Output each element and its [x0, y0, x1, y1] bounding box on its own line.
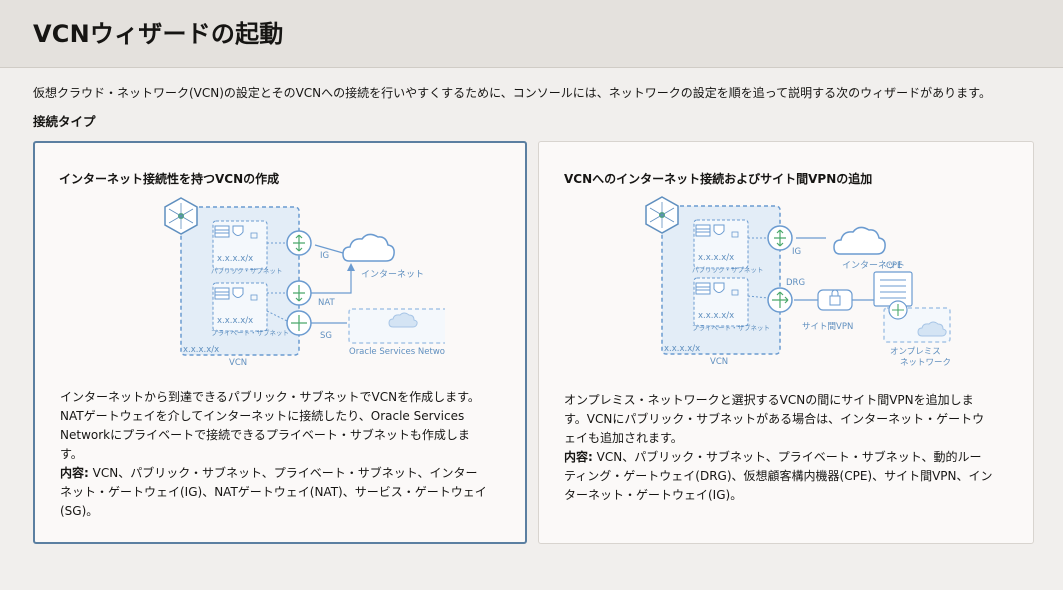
card-description: オンプレミス・ネットワークと選択するVCNの間にサイト間VPNを追加しま す。V…	[564, 391, 1010, 505]
desc-line: す。VCNにパブリック・サブネットがある場合は、インターネット・ゲートウ	[564, 412, 985, 426]
card-title: VCNへのインターネット接続およびサイト間VPNの追加	[564, 172, 873, 186]
osn-label: Oracle Services Network	[349, 347, 445, 357]
card-title: インターネット接続性を持つVCNの作成	[59, 172, 280, 186]
internet-gateway-icon	[767, 225, 793, 251]
desc-line: ェイも追加されます。	[564, 431, 683, 445]
desc-line: Networkにプライベートで接続できるプライベート・サブネットも作成しま	[60, 428, 470, 442]
desc-line: す。	[60, 447, 83, 461]
contents-line: ネット・ゲートウェイ(IG)、NATゲートウェイ(NAT)、サービス・ゲートウェ…	[60, 485, 487, 499]
public-subnet-label: パブリック・サブネット	[692, 265, 763, 274]
onprem-router-icon	[888, 300, 908, 320]
page-title: VCNウィザードの起動	[33, 20, 284, 48]
drg-icon	[767, 287, 793, 313]
contents-label: 内容:	[60, 466, 89, 480]
desc-line: オンプレミス・ネットワークと選択するVCNの間にサイト間VPNを追加しま	[564, 393, 974, 407]
contents-label: 内容:	[564, 450, 593, 464]
public-subnet-label: パブリック・サブネット	[211, 266, 282, 275]
private-cidr-label: x.x.x.x/x	[217, 316, 253, 326]
ig-label: IG	[320, 251, 329, 261]
vpn-label: サイト間VPN	[802, 322, 853, 332]
public-cidr-label: x.x.x.x/x	[698, 253, 734, 263]
drg-label: DRG	[786, 278, 805, 288]
vcn-label: VCN	[710, 357, 728, 367]
contents-line: ターネット・ゲートウェイ(IG)。	[564, 488, 743, 502]
contents-line: (SG)。	[60, 504, 99, 518]
internet-label: インターネット	[361, 269, 424, 280]
vcn-cidr-label: x.x.x.x/x	[664, 344, 700, 354]
contents-line: 内容: VCN、パブリック・サブネット、プライベート・サブネット、インター	[60, 464, 506, 483]
sg-label: SG	[320, 331, 332, 341]
private-cidr-label: x.x.x.x/x	[698, 311, 734, 321]
service-gateway-icon	[286, 310, 312, 336]
contents-line: ティング・ゲートウェイ(DRG)、仮想顧客構内機器(CPE)、サイト間VPN、イ…	[564, 469, 993, 483]
vcn-vpn-diagram: x.x.x.x/x パブリック・サブネット x.x.x.x/x プライベート・サ…	[645, 196, 951, 368]
cpe-label: CPE	[886, 261, 902, 271]
contents-line: 内容: VCN、パブリック・サブネット、プライベート・サブネット、動的ルー	[564, 448, 1010, 467]
nat-internet-arrow	[311, 269, 352, 294]
public-cidr-label: x.x.x.x/x	[217, 254, 253, 264]
desc-line: インターネットから到達できるパブリック・サブネットでVCNを作成します。	[60, 390, 480, 404]
connection-type-label: 接続タイプ	[33, 114, 96, 129]
nat-label: NAT	[318, 298, 336, 308]
private-subnet-label: プライベート・サブネット	[211, 328, 289, 337]
private-subnet-label: プライベート・サブネット	[692, 323, 770, 332]
card-description: インターネットから到達できるパブリック・サブネットでVCNを作成します。 NAT…	[60, 388, 506, 521]
cpe-icon	[873, 271, 913, 307]
internet-cloud-icon	[342, 233, 395, 262]
ig-label: IG	[792, 247, 801, 257]
vcn-label: VCN	[229, 358, 247, 368]
desc-line: NATゲートウェイを介してインターネットに接続したり、Oracle Servic…	[60, 409, 465, 423]
contents-text: VCN、パブリック・サブネット、プライベート・サブネット、インター	[88, 466, 478, 480]
internet-gateway-icon	[286, 230, 312, 256]
intro-text: 仮想クラウド・ネットワーク(VCN)の設定とそのVCNへの接続を行いやすくするた…	[33, 86, 991, 100]
wizard-card-vcn-internet[interactable]: インターネット接続性を持つVCNの作成 x.x.x.x/x パブリック・サブネッ…	[33, 141, 527, 544]
vcn-cidr-label: x.x.x.x/x	[183, 345, 219, 355]
contents-text: VCN、パブリック・サブネット、プライベート・サブネット、動的ルー	[592, 450, 982, 464]
internet-cloud-icon	[833, 226, 886, 255]
onprem-label-line2: ネットワーク	[900, 358, 951, 368]
onprem-label-line1: オンプレミス	[890, 347, 941, 357]
vcn-internet-diagram: x.x.x.x/x パブリック・サブネット x.x.x.x/x プライベート・サ…	[164, 197, 445, 368]
wizard-card-vcn-vpn[interactable]: VCNへのインターネット接続およびサイト間VPNの追加 x.x.x.x/x パブ…	[538, 141, 1034, 544]
page-header: VCNウィザードの起動	[0, 0, 1063, 68]
vpn-lock-icon	[817, 289, 853, 311]
nat-gateway-icon	[286, 280, 312, 306]
